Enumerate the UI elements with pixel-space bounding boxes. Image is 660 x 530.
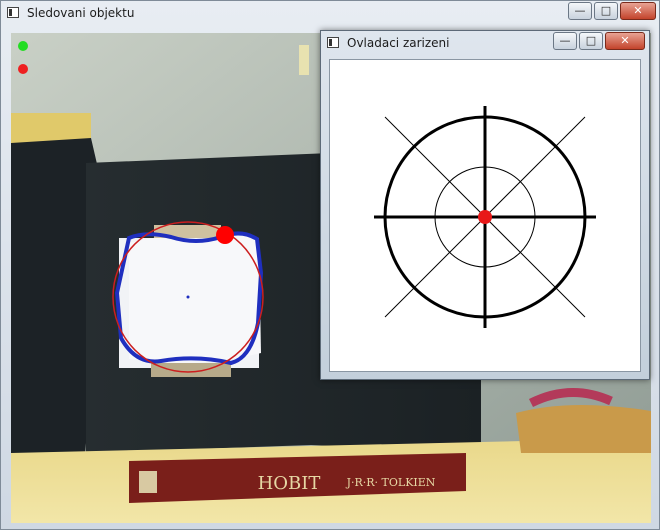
control-center-dot <box>478 210 492 224</box>
joystick-diagram <box>374 106 596 328</box>
minimize-button[interactable]: — <box>553 32 577 50</box>
target-marker <box>216 226 234 244</box>
minimize-button[interactable]: — <box>568 2 592 20</box>
lamp <box>299 45 309 75</box>
control-canvas[interactable] <box>329 59 641 372</box>
book-author: J·R·R· TOLKIEN <box>346 476 436 489</box>
control-window: Ovladaci zarizeni — □ ✕ <box>320 30 650 380</box>
window-app-icon <box>327 37 339 48</box>
status-indicator-red <box>18 64 28 74</box>
close-button[interactable]: ✕ <box>620 2 656 20</box>
status-indicator-green <box>18 41 28 51</box>
maximize-button[interactable]: □ <box>579 32 603 50</box>
window-app-icon <box>7 7 19 18</box>
basket <box>516 404 651 453</box>
maximize-button[interactable]: □ <box>594 2 618 20</box>
object-center-dot <box>186 295 190 299</box>
main-window-title: Sledovani objektu <box>27 6 135 20</box>
main-titlebar[interactable]: Sledovani objektu — □ ✕ <box>1 1 659 31</box>
control-titlebar[interactable]: Ovladaci zarizeni — □ ✕ <box>321 31 649 61</box>
control-window-title: Ovladaci zarizeni <box>347 36 450 50</box>
close-button[interactable]: ✕ <box>605 32 645 50</box>
book-title: HOBIT <box>258 473 321 494</box>
